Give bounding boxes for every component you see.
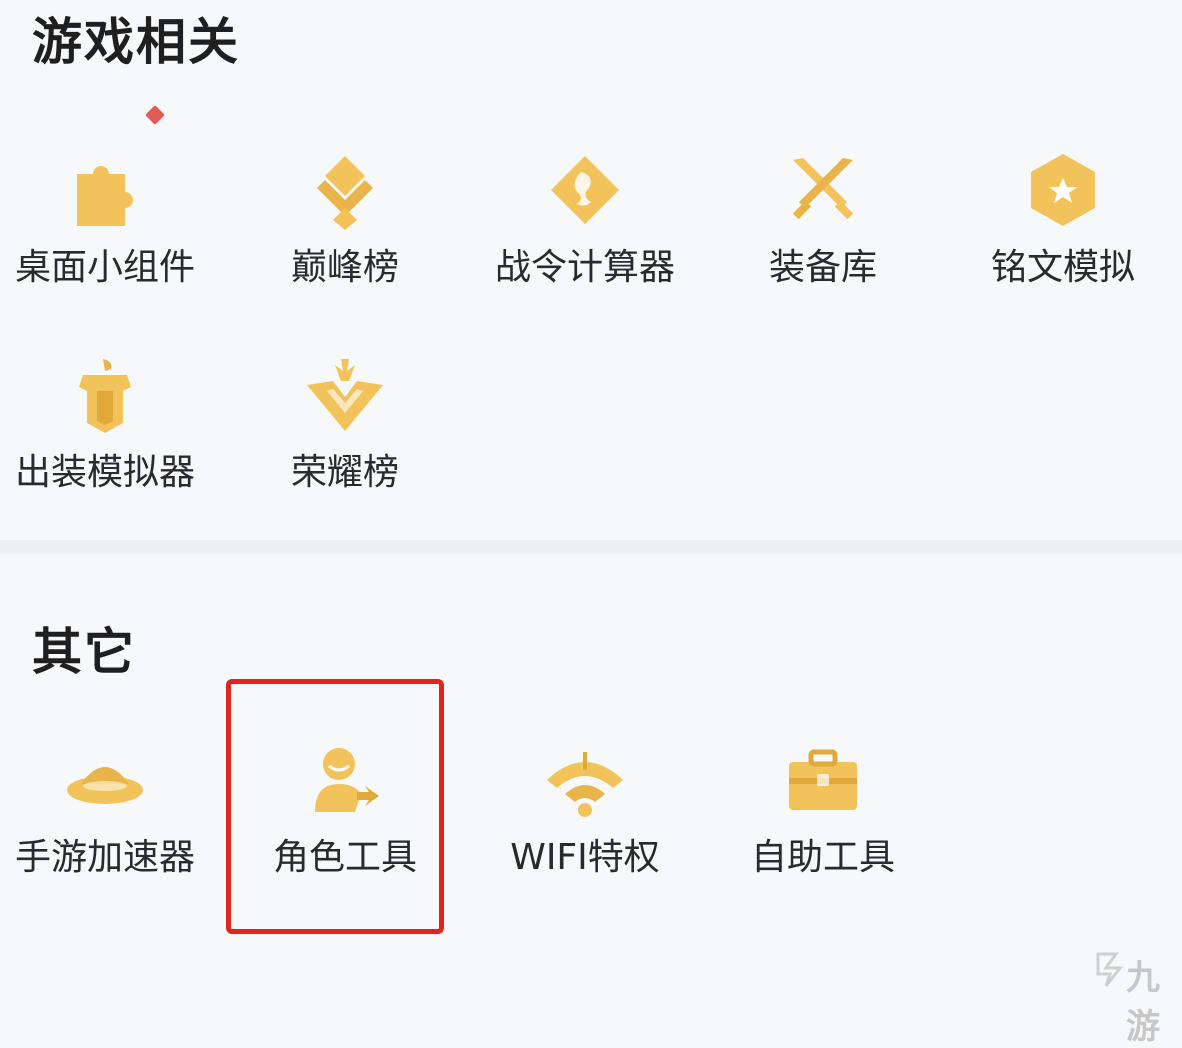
- tool-label: 荣耀榜: [290, 452, 399, 493]
- tool-label: 桌面小组件: [14, 247, 195, 288]
- tool-desktop-widget[interactable]: 桌面小组件: [0, 150, 210, 300]
- crown-badge-icon: [307, 359, 383, 431]
- tool-peak-ranking[interactable]: 巅峰榜: [240, 150, 450, 300]
- puzzle-icon: [77, 166, 133, 226]
- tool-inscription-simulator[interactable]: 铭文模拟: [958, 150, 1168, 300]
- tool-label: WIFI特权: [510, 837, 660, 878]
- user-share-icon: [315, 748, 379, 812]
- toolbox-icon: [789, 749, 857, 810]
- tool-character-tools[interactable]: 角色工具: [240, 740, 450, 890]
- tool-equipment-library[interactable]: 装备库: [718, 150, 928, 300]
- tool-label: 战令计算器: [494, 247, 675, 288]
- tool-label: 铭文模拟: [990, 247, 1135, 288]
- tool-label: 手游加速器: [14, 837, 195, 878]
- watermark-logo-icon: [1096, 952, 1124, 987]
- notification-dot: [145, 105, 165, 125]
- section-divider: [0, 540, 1182, 554]
- tool-game-accelerator[interactable]: 手游加速器: [0, 740, 210, 890]
- section-title-other: 其它: [32, 623, 136, 681]
- tool-glory-ranking[interactable]: 荣耀榜: [240, 355, 450, 505]
- tool-build-simulator[interactable]: 出装模拟器: [0, 355, 210, 505]
- watermark-text: 九游: [1126, 958, 1160, 1047]
- tool-wifi-privilege[interactable]: WIFI特权: [480, 740, 690, 890]
- wifi-icon: [547, 752, 623, 817]
- tool-label: 装备库: [768, 247, 877, 288]
- diamond-emblem-icon: [317, 156, 373, 230]
- tool-self-service[interactable]: 自助工具: [718, 740, 928, 890]
- ufo-icon: [67, 767, 143, 804]
- armor-icon: [79, 359, 131, 433]
- section-title-game: 游戏相关: [32, 13, 240, 71]
- tool-label: 出装模拟器: [14, 452, 195, 493]
- tool-label: 角色工具: [272, 837, 417, 878]
- tool-battle-pass-calculator[interactable]: 战令计算器: [480, 150, 690, 300]
- tool-label: 巅峰榜: [290, 247, 399, 288]
- dragon-diamond-icon: [551, 156, 619, 224]
- crossed-swords-icon: [792, 158, 854, 220]
- hexagon-star-icon: [1031, 154, 1095, 226]
- tool-label: 自助工具: [750, 837, 895, 878]
